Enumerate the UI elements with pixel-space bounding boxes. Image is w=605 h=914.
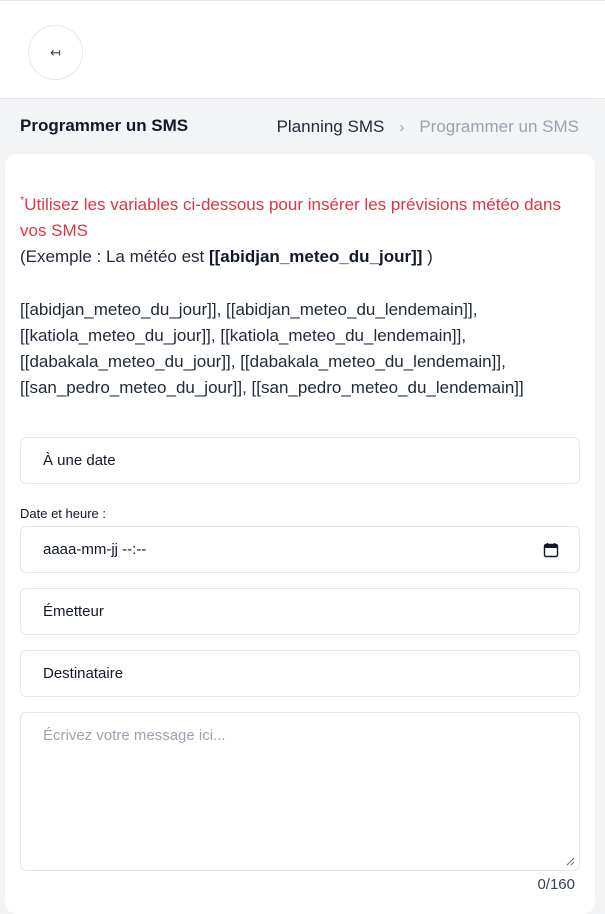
calendar-icon[interactable]	[543, 542, 559, 558]
variables-notice: *Utilisez les variables ci-dessous pour …	[20, 192, 580, 270]
datetime-label: Date et heure :	[20, 506, 106, 521]
character-counter: 0/160	[537, 876, 575, 893]
example-prefix: (Exemple : La météo est	[20, 247, 209, 266]
arrow-left-to-bar-icon: ↤	[50, 44, 61, 60]
sender-select[interactable]: Émetteur	[20, 588, 580, 635]
variables-line: [[abidjan_meteo_du_jour]], [[abidjan_met…	[20, 300, 478, 319]
recipient-value: Destinataire	[43, 665, 124, 682]
datetime-input[interactable]: aaaa-mm-jj --:--	[20, 526, 580, 573]
breadcrumb-current: Programmer un SMS	[419, 117, 579, 136]
variables-line: [[dabakala_meteo_du_jour]], [[dabakala_m…	[20, 352, 506, 371]
notice-example: (Exemple : La météo est [[abidjan_meteo_…	[20, 244, 580, 270]
message-textarea[interactable]: Écrivez votre message ici...	[20, 712, 580, 871]
sender-value: Émetteur	[43, 603, 104, 620]
back-button[interactable]: ↤	[28, 25, 83, 80]
datetime-value: aaaa-mm-jj --:--	[43, 541, 147, 558]
page-title: Programmer un SMS	[20, 116, 189, 135]
variables-list: [[abidjan_meteo_du_jour]], [[abidjan_met…	[20, 297, 585, 401]
notice-warning-text: Utilisez les variables ci-dessous pour i…	[20, 195, 561, 240]
notice-warning: *Utilisez les variables ci-dessous pour …	[20, 192, 580, 244]
message-placeholder: Écrivez votre message ici...	[43, 727, 226, 744]
schedule-type-value: À une date	[43, 452, 116, 469]
variables-line: [[katiola_meteo_du_jour]], [[katiola_met…	[20, 326, 467, 345]
example-variable: [[abidjan_meteo_du_jour]]	[208, 247, 423, 266]
breadcrumb-link-planning[interactable]: Planning SMS	[277, 117, 385, 137]
resize-handle-icon[interactable]	[566, 857, 575, 866]
form-card: *Utilisez les variables ci-dessous pour …	[5, 154, 595, 914]
recipient-select[interactable]: Destinataire	[20, 650, 580, 697]
chevron-right-icon: ›	[399, 118, 405, 136]
variables-line: [[san_pedro_meteo_du_jour]], [[san_pedro…	[20, 378, 524, 397]
breadcrumb: Planning SMS › Programmer un SMS	[277, 117, 579, 137]
top-bar: ↤	[0, 0, 605, 99]
schedule-type-select[interactable]: À une date	[20, 437, 580, 484]
example-suffix: )	[422, 247, 433, 266]
